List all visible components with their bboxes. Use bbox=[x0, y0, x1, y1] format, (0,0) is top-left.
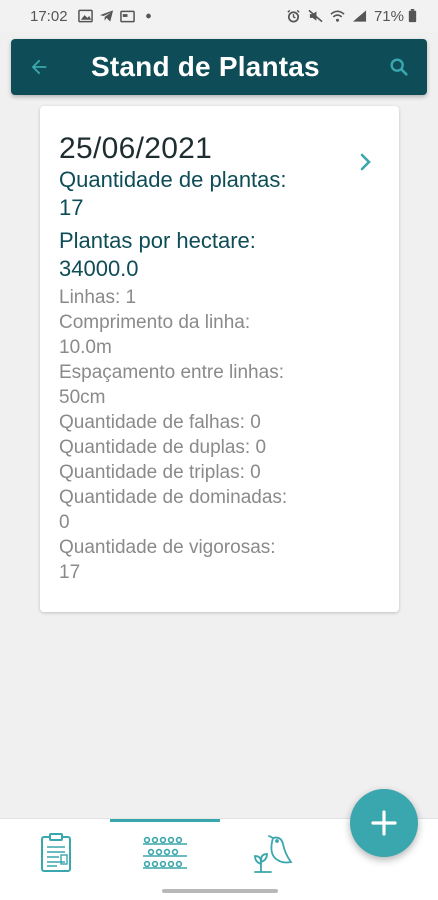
status-time: 17:02 bbox=[30, 7, 68, 25]
nav-item-stand[interactable] bbox=[110, 819, 220, 887]
signal-icon bbox=[352, 10, 367, 22]
stand-record-card[interactable]: 25/06/2021 Quantidade de plantas: 17 Pla… bbox=[40, 106, 399, 612]
status-right: 71% bbox=[286, 8, 424, 25]
detail-line: 0 bbox=[59, 512, 70, 533]
gesture-bar bbox=[162, 889, 278, 893]
dot-icon bbox=[145, 13, 151, 19]
detail-line: 10.0m bbox=[59, 337, 112, 358]
page-title: Stand de Plantas bbox=[91, 51, 320, 82]
detail-line: 17 bbox=[59, 562, 81, 583]
detail-line: Quantidade de duplas: 0 bbox=[59, 437, 267, 458]
plant-count-value: 17 bbox=[59, 195, 84, 220]
detail-line: Quantidade de vigorosas: bbox=[59, 537, 276, 558]
record-details: Linhas: 1 Comprimento da linha: 10.0m Es… bbox=[59, 285, 379, 585]
nav-item-records[interactable] bbox=[20, 819, 92, 887]
status-bar: 17:02 71% bbox=[0, 0, 438, 32]
alarm-icon bbox=[287, 9, 300, 23]
detail-line: 50cm bbox=[59, 387, 106, 408]
arrow-left-icon bbox=[31, 59, 47, 75]
add-button[interactable] bbox=[350, 789, 418, 857]
calendar-icon bbox=[119, 10, 135, 23]
telegram-icon bbox=[99, 10, 113, 22]
plant-rows-icon bbox=[143, 836, 187, 869]
back-button[interactable] bbox=[11, 39, 67, 95]
app-bar: Stand de Plantas bbox=[11, 39, 427, 95]
mute-icon bbox=[308, 9, 323, 23]
clipboard-icon bbox=[41, 833, 71, 872]
bird-plant-icon bbox=[254, 835, 293, 873]
search-icon bbox=[390, 58, 408, 76]
nav-item-pests[interactable] bbox=[236, 819, 308, 887]
detail-line: Quantidade de dominadas: bbox=[59, 487, 288, 508]
wifi-icon bbox=[330, 10, 345, 22]
battery-icon bbox=[408, 9, 417, 23]
chevron-right-icon bbox=[360, 153, 371, 171]
plants-per-hectare-label: Plantas por hectare: bbox=[59, 228, 256, 253]
detail-line: Linhas: 1 bbox=[59, 287, 137, 308]
detail-line: Espaçamento entre linhas: bbox=[59, 362, 284, 383]
detail-line: Comprimento da linha: bbox=[59, 312, 251, 333]
record-date: 25/06/2021 bbox=[59, 132, 213, 165]
detail-line: Quantidade de triplas: 0 bbox=[59, 462, 261, 483]
search-button[interactable] bbox=[371, 39, 427, 95]
plants-per-hectare-value: 34000.0 bbox=[59, 256, 139, 281]
plant-count-label: Quantidade de plantas: bbox=[59, 167, 287, 192]
plus-icon bbox=[371, 810, 397, 836]
detail-line: Quantidade de falhas: 0 bbox=[59, 412, 261, 433]
battery-percent: 71% bbox=[373, 7, 404, 25]
image-icon bbox=[77, 9, 93, 23]
